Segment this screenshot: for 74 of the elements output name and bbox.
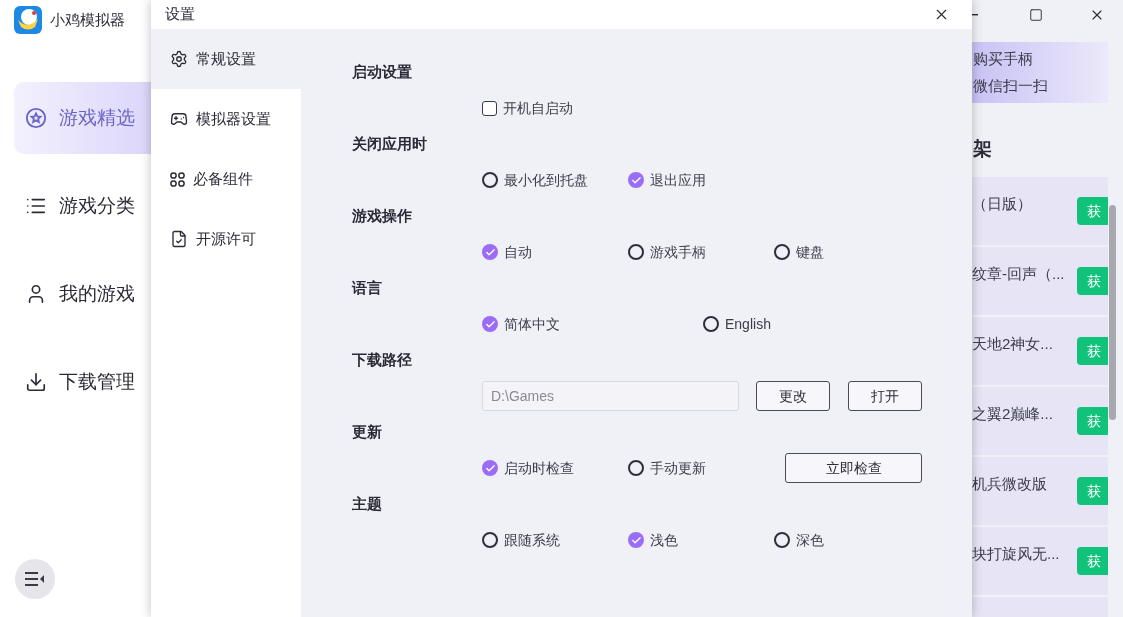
game-list-item[interactable]: （日版） 获 [972, 177, 1108, 245]
section-heading: 主题 [352, 494, 383, 514]
radio-button[interactable] [628, 172, 644, 188]
game-list-item[interactable]: 天地2神女... 获 [972, 317, 1108, 385]
maximize-icon[interactable] [1029, 7, 1043, 22]
settings-icon [170, 50, 188, 68]
sidebar-item[interactable]: 我的游戏 [14, 258, 151, 330]
banner-text: 购买手柄 [973, 49, 1034, 70]
promo-banner[interactable]: 购买手柄 微信扫一扫 [972, 42, 1108, 103]
check-icon [484, 462, 496, 474]
check-icon [630, 174, 642, 186]
game-list-item[interactable]: 机兵微改版 获 [972, 457, 1108, 525]
option-label: 简体中文 [504, 314, 560, 334]
check-icon [630, 534, 642, 546]
download-icon [25, 371, 47, 393]
radio-button[interactable] [482, 316, 498, 332]
radio-button[interactable] [703, 316, 719, 332]
check-icon [484, 246, 496, 258]
action-button[interactable]: 立即检查 [785, 453, 922, 483]
radio-button[interactable] [628, 244, 644, 260]
option-label: 最小化到托盘 [504, 170, 588, 190]
game-list-item[interactable]: 块打旋风无... 获 [972, 527, 1108, 595]
document-check-icon [170, 230, 188, 248]
option-label: 自动 [504, 242, 532, 262]
game-list-item[interactable]: 纹章-回声（... 获 [972, 247, 1108, 315]
game-name: 机兵微改版 [972, 474, 1047, 494]
section-heading: 更新 [352, 422, 383, 442]
section-heading: 架 [972, 137, 993, 161]
dialog-title: 设置 [165, 4, 195, 25]
game-name: 之翼2巅峰... [972, 404, 1053, 424]
option-label: 退出应用 [650, 170, 706, 190]
collapse-menu-icon [25, 571, 45, 587]
section-heading: 下载路径 [352, 350, 413, 370]
option-label: 开机自启动 [503, 98, 573, 118]
action-button[interactable]: 更改 [756, 381, 830, 411]
radio-button[interactable] [628, 532, 644, 548]
check-icon [484, 318, 496, 330]
option-label: 键盘 [796, 242, 824, 262]
option-label: English [725, 314, 771, 334]
scrollbar[interactable] [1109, 205, 1116, 420]
option-label: 手动更新 [650, 458, 706, 478]
sidebar-item[interactable]: 游戏分类 [14, 170, 151, 242]
option-label: 跟随系统 [504, 530, 560, 550]
option-label: 启动时检查 [504, 458, 574, 478]
game-name: 纹章-回声（... [972, 264, 1065, 284]
collapse-menu-button[interactable] [15, 559, 55, 599]
section-heading: 启动设置 [352, 62, 413, 82]
section-heading: 关闭应用时 [352, 134, 428, 154]
checkbox[interactable] [482, 100, 497, 116]
game-name: （日版） [972, 194, 1032, 214]
action-button[interactable]: 打开 [848, 381, 922, 411]
game-name: 块打旋风无... [972, 544, 1060, 564]
radio-button[interactable] [482, 172, 498, 188]
sidebar-item[interactable]: 下载管理 [14, 346, 151, 418]
option-label: 游戏手柄 [650, 242, 706, 262]
radio-button[interactable] [482, 460, 498, 476]
option-label: 浅色 [650, 530, 678, 550]
settings-nav-item[interactable]: 常规设置 [151, 29, 301, 89]
section-heading: 游戏操作 [352, 206, 413, 226]
banner-text: 微信扫一扫 [973, 75, 1049, 96]
game-name: 天地2神女... [972, 334, 1053, 354]
radio-button[interactable] [774, 244, 790, 260]
gamepad-icon [170, 110, 188, 128]
radio-button[interactable] [482, 532, 498, 548]
app-logo-icon [14, 6, 42, 34]
app-title: 小鸡模拟器 [50, 9, 125, 30]
radio-button[interactable] [628, 460, 644, 476]
game-list-item[interactable]: 之翼2巅峰... 获 [972, 387, 1108, 455]
sidebar-item[interactable]: 游戏精选 [14, 82, 151, 154]
option-label: 深色 [796, 530, 824, 550]
radio-button[interactable] [774, 532, 790, 548]
section-heading: 语言 [352, 278, 383, 298]
four-circles-icon [170, 171, 185, 187]
radio-button[interactable] [482, 244, 498, 260]
